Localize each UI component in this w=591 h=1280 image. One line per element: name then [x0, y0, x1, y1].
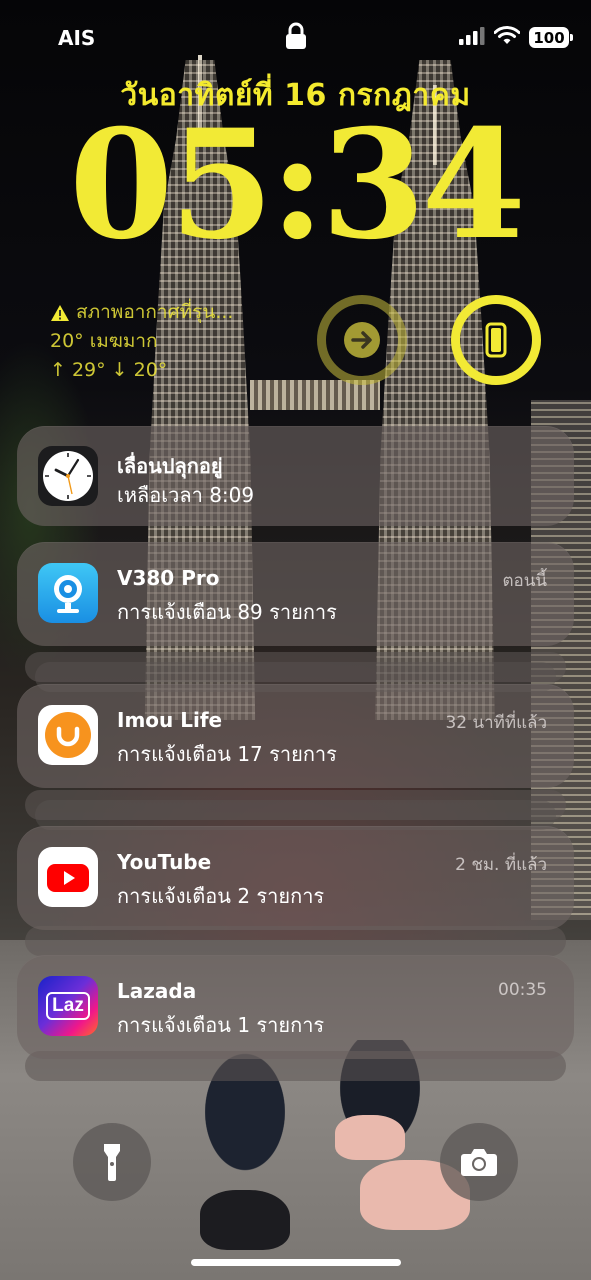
arrow-right-circle-icon — [344, 322, 380, 358]
notification-title: Lazada — [117, 979, 197, 1003]
notification-body: การแจ้งเตือน 1 รายการ — [117, 1013, 325, 1037]
notification-body: เหลือเวลา 8:09 — [117, 483, 255, 507]
notification-group-v380[interactable]: V380 Pro การแจ้งเตือน 89 รายการ ตอนนี้ — [17, 542, 574, 692]
home-indicator[interactable] — [191, 1259, 401, 1266]
stack-layer — [25, 652, 566, 682]
stack-layer — [25, 926, 566, 956]
notification-group-clock[interactable]: เลื่อนปลุกอยู่ เหลือเวลา 8:09 — [17, 426, 574, 526]
lock-time: 05:34 — [69, 97, 526, 273]
youtube-app-icon — [38, 847, 98, 907]
shortcut-widget[interactable] — [317, 295, 407, 385]
notification-group-youtube[interactable]: YouTube การแจ้งเตือน 2 รายการ 2 ชม. ที่แ… — [17, 826, 574, 956]
imou-app-icon — [38, 705, 98, 765]
notification-group-imou[interactable]: Imou Life การแจ้งเตือน 17 รายการ 32 นาที… — [17, 684, 574, 830]
camera-icon — [461, 1149, 497, 1176]
device-battery-widget[interactable] — [451, 295, 541, 385]
status-bar: AIS 100 — [0, 22, 591, 54]
clock-app-icon — [38, 446, 98, 506]
phone-battery-icon — [485, 322, 507, 358]
notification-body: การแจ้งเตือน 17 รายการ — [117, 742, 337, 766]
notification-title: V380 Pro — [117, 566, 220, 590]
stack-layer — [25, 790, 566, 820]
wallpaper-shoe — [335, 1115, 405, 1160]
notification-body: การแจ้งเตือน 89 รายการ — [117, 600, 337, 624]
notification-imou[interactable]: Imou Life การแจ้งเตือน 17 รายการ 32 นาที… — [17, 684, 574, 788]
notification-group-lazada[interactable]: Laz Lazada การแจ้งเตือน 1 รายการ 00:35 — [17, 955, 574, 1081]
weather-alert-row: สภาพอากาศที่รุน... — [50, 298, 280, 327]
notification-title: เลื่อนปลุกอยู่ — [117, 454, 223, 478]
notification-time: ตอนนี้ — [502, 571, 548, 591]
flashlight-button[interactable] — [73, 1123, 151, 1201]
battery-icon: 100 — [529, 27, 573, 48]
lazada-app-icon: Laz — [38, 976, 98, 1036]
wallpaper-shoe — [200, 1190, 290, 1250]
lock-icon — [284, 22, 308, 50]
cellular-signal-icon — [459, 26, 485, 49]
notification-time: 2 ชม. ที่แล้ว — [455, 855, 547, 875]
camera-button[interactable] — [440, 1123, 518, 1201]
notification-v380[interactable]: V380 Pro การแจ้งเตือน 89 รายการ ตอนนี้ — [17, 542, 574, 646]
warning-icon — [51, 304, 69, 321]
notification-title: Imou Life — [117, 708, 223, 732]
weather-current: 20° เมฆมาก — [50, 330, 158, 352]
weather-range: ↑ 29° ↓ 20° — [50, 359, 168, 381]
notification-time: 32 นาทีที่แล้ว — [445, 713, 547, 733]
wifi-icon — [493, 26, 521, 49]
weather-alert: สภาพอากาศที่รุน... — [76, 301, 234, 323]
notification-body: การแจ้งเตือน 2 รายการ — [117, 884, 325, 908]
weather-widget[interactable]: สภาพอากาศที่รุน... 20° เมฆมาก ↑ 29° ↓ 20… — [50, 298, 280, 385]
v380-app-icon — [38, 563, 98, 623]
carrier-name: AIS — [58, 26, 96, 50]
status-indicators: 100 — [459, 26, 573, 49]
notification-lazada[interactable]: Laz Lazada การแจ้งเตือน 1 รายการ 00:35 — [17, 955, 574, 1059]
notification-youtube[interactable]: YouTube การแจ้งเตือน 2 รายการ 2 ชม. ที่แ… — [17, 826, 574, 930]
notification-time: 00:35 — [498, 980, 547, 1000]
flashlight-icon — [104, 1144, 120, 1181]
notification-title: YouTube — [117, 850, 212, 874]
notification-clock[interactable]: เลื่อนปลุกอยู่ เหลือเวลา 8:09 — [17, 426, 574, 526]
lazada-logo-text: Laz — [46, 992, 90, 1020]
